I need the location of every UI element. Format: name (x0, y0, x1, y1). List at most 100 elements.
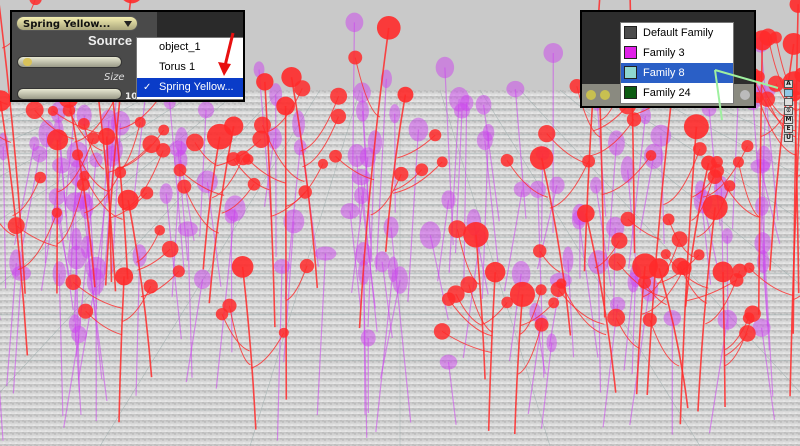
toolbar-button[interactable] (586, 90, 596, 100)
flower-head (68, 314, 82, 334)
flower-head (721, 228, 733, 244)
menu-item-default-family[interactable]: Default Family (621, 23, 733, 43)
menu-item-torus-1[interactable]: Torus 1 (137, 58, 243, 77)
panel-title: Source (88, 33, 133, 48)
tool-icon[interactable] (784, 89, 793, 97)
flower-head (154, 225, 165, 236)
flower-head (256, 73, 274, 91)
flower-head (354, 186, 369, 205)
flower-head (52, 157, 70, 174)
tool-icon[interactable] (784, 98, 793, 106)
plant-stem (284, 105, 288, 400)
flower-head (459, 94, 474, 112)
flower-head (538, 124, 556, 143)
flower-head (253, 116, 271, 134)
slider-handle[interactable] (23, 58, 32, 66)
toolbar-button[interactable] (600, 90, 610, 100)
flower-head (242, 154, 254, 165)
flower-head (98, 127, 116, 145)
flower-head (419, 221, 441, 249)
flower-head (360, 329, 376, 347)
flower-head (47, 105, 59, 117)
flower-head (590, 177, 602, 194)
flower-head (393, 166, 409, 182)
tool-icon[interactable]: E (784, 125, 793, 133)
flower-head (115, 267, 134, 286)
menu-item-label: Spring Yellow... (159, 81, 234, 93)
flower-head (329, 149, 342, 163)
flower-head (330, 108, 347, 125)
flower-head (172, 265, 185, 278)
chevron-down-icon (124, 21, 132, 27)
flower-head (161, 240, 179, 258)
flower-head (607, 308, 626, 327)
toolbar-button[interactable] (740, 90, 750, 100)
tool-icon[interactable]: M (784, 116, 793, 124)
flower-head (475, 94, 492, 115)
tool-icon[interactable]: ⊙ (784, 107, 793, 115)
source-dropdown[interactable]: Spring Yellow... (16, 16, 138, 31)
color-swatch (624, 66, 637, 79)
flower-head (638, 275, 652, 289)
flower-head (415, 163, 429, 177)
menu-item-label: Torus 1 (159, 61, 196, 73)
flower-head (429, 129, 442, 142)
flower-head (484, 261, 506, 283)
tool-icon[interactable]: A (784, 80, 793, 88)
flower-head (620, 211, 636, 227)
flower-head (535, 284, 547, 296)
flower-head (671, 231, 688, 248)
flower-head (52, 261, 66, 287)
flower-head (51, 207, 62, 218)
flower-head (276, 96, 295, 116)
flower-head (620, 156, 635, 184)
flower-head (513, 181, 531, 198)
secondary-slider[interactable] (17, 88, 122, 100)
menu-item-family-3[interactable]: Family 3 (621, 43, 733, 63)
menu-item-family-24[interactable]: Family 24 (621, 83, 733, 103)
flower-head (65, 192, 86, 213)
flower-head (72, 149, 84, 161)
color-swatch (624, 26, 637, 39)
menu-item-label: object_1 (159, 41, 201, 53)
tool-icon[interactable]: U (784, 134, 793, 142)
menu-item-object-1[interactable]: object_1 (137, 38, 243, 57)
color-swatch (624, 86, 637, 99)
flower-head (173, 163, 187, 177)
flower-head (582, 154, 596, 168)
flower-head (348, 50, 363, 65)
flower-head (177, 179, 192, 194)
flower-head (193, 269, 212, 290)
flower-head (732, 156, 744, 168)
size-label: Size (104, 72, 125, 83)
size-slider[interactable] (17, 56, 122, 68)
flower-head (693, 142, 707, 156)
flower-head (562, 246, 574, 273)
family-panel-inset: Default Family Family 3 Family 8 Family … (580, 10, 756, 108)
flower-head (143, 279, 158, 294)
flower-head (743, 262, 755, 274)
color-swatch (624, 46, 637, 59)
flower-head (330, 87, 348, 105)
flower-head (642, 312, 657, 327)
menu-item-family-8[interactable]: Family 8 (621, 63, 733, 83)
flower-head (408, 117, 429, 142)
flower-head (155, 143, 171, 158)
source-panel-inset: Spring Yellow... Source Size 10 object_1… (10, 10, 245, 102)
menu-item-spring-yellow[interactable]: ✓ Spring Yellow... (137, 78, 243, 97)
flower-head (754, 232, 772, 255)
flower-head (506, 80, 525, 98)
flower-head (317, 158, 329, 169)
flower-head (206, 123, 233, 150)
flower-head (648, 258, 670, 279)
flower-head (701, 155, 716, 171)
flower-head (433, 323, 451, 340)
flower-head (476, 130, 493, 151)
source-dropdown-label: Spring Yellow... (23, 19, 111, 30)
flower-head (436, 156, 448, 168)
flower-head (501, 296, 513, 309)
flower-head (134, 116, 146, 128)
flower-head (215, 307, 229, 321)
menu-item-label: Family 24 (643, 87, 691, 99)
flower-head (299, 258, 315, 274)
